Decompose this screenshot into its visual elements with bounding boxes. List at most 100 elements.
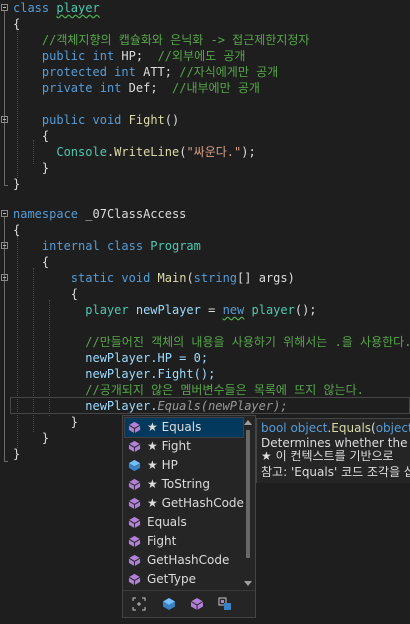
keyword: class	[106, 239, 144, 253]
intellicode-note: ★ 이 컨텍스트를 기반으로	[261, 449, 394, 463]
keyword: string	[193, 271, 238, 285]
completion-item[interactable]: Fight	[125, 532, 243, 551]
completion-item[interactable]: Equals	[125, 513, 243, 532]
collapse-main-icon[interactable]	[1, 274, 8, 281]
string-literal: "싸운다."	[186, 145, 242, 159]
code-line: }	[13, 160, 49, 176]
code-line: }	[13, 430, 49, 446]
field-filter-icon[interactable]	[159, 594, 179, 614]
comment: //외부에도 공개	[157, 49, 246, 63]
comment: //내부에만 공개	[172, 81, 260, 95]
completion-item[interactable]: ★ Fight	[125, 437, 243, 456]
scroll-thumb[interactable]	[246, 430, 250, 558]
outline-line	[4, 217, 5, 461]
code-line: }	[13, 446, 20, 462]
code-line: internal class Program	[13, 238, 201, 254]
statement: newPlayer.Fight();	[85, 367, 216, 381]
code-line: Console.WriteLine("싸운다.");	[13, 144, 256, 160]
method-name: Fight	[128, 113, 165, 127]
completion-item[interactable]: ★ Equals	[124, 417, 244, 438]
completion-item[interactable]: ★ HP	[125, 456, 243, 475]
collapse-program-icon[interactable]	[1, 242, 8, 249]
collapse-fight-icon[interactable]	[1, 116, 8, 123]
collapse-namespace-icon[interactable]	[1, 210, 8, 217]
keyword: private	[41, 81, 93, 95]
keyword: public	[41, 113, 86, 127]
variable-name: newPlayer	[135, 303, 201, 317]
type-name: player	[85, 303, 129, 317]
namespace-name: _07ClassAccess	[85, 207, 187, 221]
completion-item[interactable]: GetType	[125, 570, 243, 589]
code-line: newPlayer.Fight();	[13, 366, 215, 382]
completion-item-label: ★ Fight	[147, 439, 191, 453]
code-line: //객체지향의 캡슐화와 은닉화 -> 접근제한지정자	[13, 32, 310, 48]
method-icon	[128, 440, 141, 453]
code-line: namespace _07ClassAccess	[13, 206, 186, 222]
keyword: internal	[41, 239, 100, 253]
completion-item[interactable]: ★ GetHashCode	[125, 494, 244, 513]
divider	[123, 590, 255, 591]
member-access: newPlayer.	[85, 399, 158, 413]
code-line: newPlayer.HP = 0;	[13, 350, 208, 366]
scroll-down-icon[interactable]	[244, 581, 252, 586]
comment: //객체지향의 캡슐화와 은닉화 -> 접근제한지정자	[41, 33, 310, 47]
code-line: {	[13, 286, 78, 302]
type-name: object	[290, 421, 328, 435]
code-line: class player	[13, 0, 100, 16]
completion-item[interactable]: ★ ToString	[125, 475, 243, 494]
quick-info-notes: ★ 이 컨텍스트를 기반으로 참고: 'Equals' 코드 조각을 삽	[256, 449, 410, 483]
parameter-type: object	[375, 421, 410, 435]
code-line: public void Fight()	[13, 112, 179, 128]
brace: }	[70, 415, 79, 429]
completion-list[interactable]: ★ Equals ★ Fight ★ HP ★ ToString ★ GetHashCo…	[122, 415, 256, 618]
punctuation: );	[241, 145, 256, 159]
method-name: WriteLine	[114, 145, 180, 159]
code-line: player newPlayer = new player();	[13, 302, 317, 318]
completion-item-label: Fight	[147, 534, 177, 548]
method-filter-icon[interactable]	[187, 594, 207, 614]
keyword: static	[70, 271, 115, 285]
code-line[interactable]: newPlayer.Equals(newPlayer);	[13, 398, 288, 414]
keyword: int	[114, 65, 136, 79]
brace: }	[13, 447, 21, 461]
field-declaration: ATT;	[143, 65, 172, 79]
completion-scrollbar[interactable]	[243, 418, 253, 588]
field-icon	[128, 459, 141, 472]
brace: {	[41, 255, 50, 269]
completion-item[interactable]: GetHashCode	[125, 551, 243, 570]
field-declaration: HP;	[121, 49, 144, 63]
brace: }	[13, 177, 21, 191]
class-name: player	[56, 1, 100, 15]
keyword: public	[41, 49, 86, 63]
scroll-up-icon[interactable]	[244, 420, 252, 425]
keyword: void	[92, 113, 122, 127]
keyword: int	[92, 49, 115, 63]
punctuation: (	[186, 271, 194, 285]
signature: bool object.Equals(object? o	[261, 421, 410, 436]
keyword: new	[222, 303, 245, 317]
collapse-class-player-icon[interactable]	[1, 4, 8, 11]
inline-suggestion: Equals(newPlayer);	[157, 399, 288, 413]
parameters: [] args)	[237, 271, 295, 285]
code-line: }	[13, 414, 78, 430]
method-name: Main	[157, 271, 187, 285]
extension-filter-icon[interactable]	[215, 594, 235, 614]
completion-item-label: Equals	[147, 515, 187, 529]
return-type: bool	[261, 421, 287, 435]
statement: newPlayer.HP = 0;	[85, 351, 209, 365]
punctuation: ();	[294, 303, 317, 317]
comment: //만들어진 객체의 내용을 사용하기 위해서는 .을 사용한다.	[85, 335, 410, 349]
completion-item-label: ★ Equals	[147, 420, 202, 434]
brace: }	[41, 431, 50, 445]
code-line: //공개되지 않은 멤버변수들은 목록에 뜨지 않는다.	[13, 382, 364, 398]
type-name: player	[251, 303, 295, 317]
code-line: {	[13, 128, 49, 144]
completion-item-label: ★ ToString	[147, 477, 211, 491]
completion-item-label: ★ GetHashCode	[147, 496, 244, 510]
completion-item-label: ★ HP	[147, 458, 178, 472]
code-line: }	[13, 176, 20, 192]
snippet-filter-icon[interactable]	[129, 594, 149, 614]
code-line: {	[13, 222, 20, 238]
completion-item-label: GetHashCode	[147, 553, 230, 567]
outline-line	[4, 11, 5, 185]
